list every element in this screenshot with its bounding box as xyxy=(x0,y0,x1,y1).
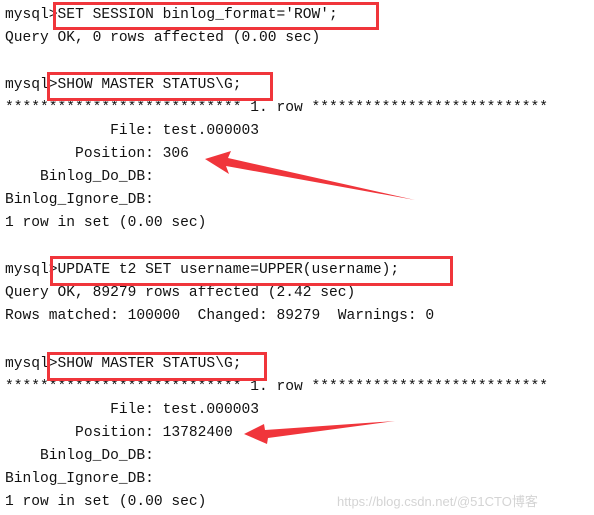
binlog-do-db-field: Binlog_Do_DB: xyxy=(5,448,163,464)
mysql-prompt: mysql xyxy=(5,77,49,93)
position-field: Position: 13782400 xyxy=(5,425,233,441)
rows-matched-summary: Rows matched: 100000 Changed: 89279 Warn… xyxy=(5,308,435,324)
query-result: Query OK, 0 rows affected (0.00 sec) xyxy=(5,30,321,46)
rows-in-set: 1 row in set (0.00 sec) xyxy=(5,494,207,510)
file-field: File: test.000003 xyxy=(5,123,259,139)
query-result: Query OK, 89279 rows affected (2.42 sec) xyxy=(5,285,356,301)
binlog-ignore-db-field: Binlog_Ignore_DB: xyxy=(5,192,163,208)
arrow-icon xyxy=(205,151,415,200)
watermark: https://blog.csdn.net/@51CTO博客 xyxy=(337,494,538,509)
mysql-prompt: mysql xyxy=(5,356,49,372)
rows-in-set: 1 row in set (0.00 sec) xyxy=(5,215,207,231)
command-highlight-box xyxy=(47,352,267,381)
mysql-terminal-output: mysql>SET SESSION binlog_format='ROW'; Q… xyxy=(0,0,594,515)
binlog-ignore-db-field: Binlog_Ignore_DB: xyxy=(5,471,163,487)
arrow-icon xyxy=(244,421,395,444)
mysql-prompt: mysql xyxy=(5,7,49,23)
binlog-do-db-field: Binlog_Do_DB: xyxy=(5,169,163,185)
position-field: Position: 306 xyxy=(5,146,189,162)
command-highlight-box xyxy=(47,72,273,101)
command-highlight-box xyxy=(53,2,379,30)
row-separator: *************************** 1. row *****… xyxy=(5,100,548,116)
command-highlight-box xyxy=(50,256,453,286)
mysql-prompt: mysql xyxy=(5,262,49,278)
file-field: File: test.000003 xyxy=(5,402,259,418)
